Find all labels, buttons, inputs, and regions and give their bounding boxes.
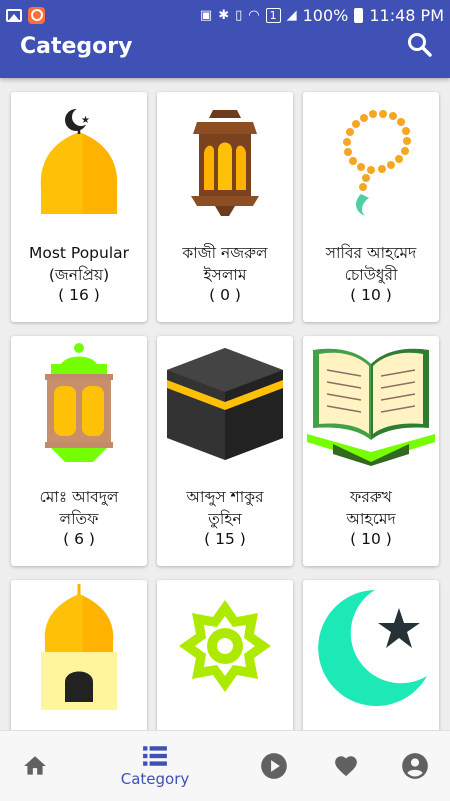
nav-category[interactable]: Category — [110, 731, 200, 801]
nav-category-label: Category — [120, 770, 190, 788]
category-card[interactable]: সাবির আহমেদ চোউধুরী ( 10 ) — [303, 92, 439, 322]
home-icon — [24, 756, 46, 775]
prayer-beads-icon — [343, 110, 411, 216]
sim-badge: 1 — [265, 7, 281, 23]
search-icon[interactable] — [404, 30, 436, 62]
category-name: কাজী নজরুল ইসলাম — [182, 244, 268, 284]
category-name: মোঃ আবদুল লতিফ — [39, 488, 119, 528]
category-card[interactable] — [157, 580, 293, 730]
mosque-dome-icon: ★ — [40, 108, 118, 214]
star-pattern-icon — [179, 600, 271, 692]
vibrate-icon: ▯ — [235, 7, 243, 23]
app-bar: Category — [0, 30, 450, 78]
nav-favorite[interactable] — [326, 731, 366, 801]
battery-percent: 100% — [302, 5, 349, 25]
app-notification-icon — [28, 6, 45, 24]
category-card[interactable]: মোঃ আবদুল লতিফ ( 6 ) — [11, 336, 147, 566]
category-count: ( 10 ) — [350, 286, 392, 304]
account-icon — [402, 753, 428, 779]
category-count: ( 6 ) — [63, 530, 95, 548]
list-icon — [143, 746, 167, 766]
signal-icon: ◢ — [286, 7, 297, 23]
green-lantern-icon — [45, 343, 113, 462]
kaaba-icon — [167, 348, 283, 460]
bluetooth-icon: ✱ — [218, 7, 230, 23]
category-card[interactable]: আব্দুস শাকুর তুহিন ( 15 ) — [157, 336, 293, 566]
category-name: Most Popular (জনপ্রিয়) — [28, 244, 130, 284]
play-icon — [261, 753, 287, 779]
category-card[interactable] — [11, 580, 147, 730]
lantern-icon — [191, 110, 259, 216]
category-grid: ★ Most Popular (জনপ্রিয়) ( 16 ) কাজী নজ… — [0, 78, 450, 730]
category-name: আব্দুস শাকুর তুহিন — [186, 488, 264, 528]
category-name: ফররুখ আহমেদ — [346, 488, 396, 528]
gallery-notification-icon — [6, 8, 22, 22]
category-card[interactable]: কাজী নজরুল ইসলাম ( 0 ) — [157, 92, 293, 322]
category-card[interactable] — [303, 580, 439, 730]
nfc-icon: ▣ — [199, 7, 213, 23]
crescent-star-icon — [318, 590, 427, 706]
battery-icon — [354, 7, 364, 23]
quran-icon — [307, 348, 435, 466]
page-title: Category — [20, 34, 133, 59]
nav-play[interactable] — [254, 731, 294, 801]
category-name: সাবির আহমেদ চোউধুরী — [325, 244, 417, 284]
clock: 11:48 PM — [369, 5, 444, 25]
category-card[interactable]: ফররুখ আহমেদ ( 10 ) — [303, 336, 439, 566]
wifi-icon: ◠ — [248, 7, 260, 23]
category-count: ( 10 ) — [350, 530, 392, 548]
category-count: ( 0 ) — [209, 286, 241, 304]
bottom-navigation: Category — [0, 730, 450, 801]
category-count: ( 16 ) — [58, 286, 100, 304]
category-card[interactable]: ★ Most Popular (জনপ্রিয়) ( 16 ) — [11, 92, 147, 322]
heart-icon — [335, 756, 357, 777]
svg-text:★: ★ — [81, 115, 90, 126]
status-bar: ▣ ✱ ▯ ◠ 1 ◢ 100% 11:48 PM — [0, 0, 450, 30]
category-count: ( 15 ) — [204, 530, 246, 548]
mosque-building-icon — [41, 584, 117, 710]
nav-account[interactable] — [395, 731, 435, 801]
nav-home[interactable] — [15, 731, 55, 801]
